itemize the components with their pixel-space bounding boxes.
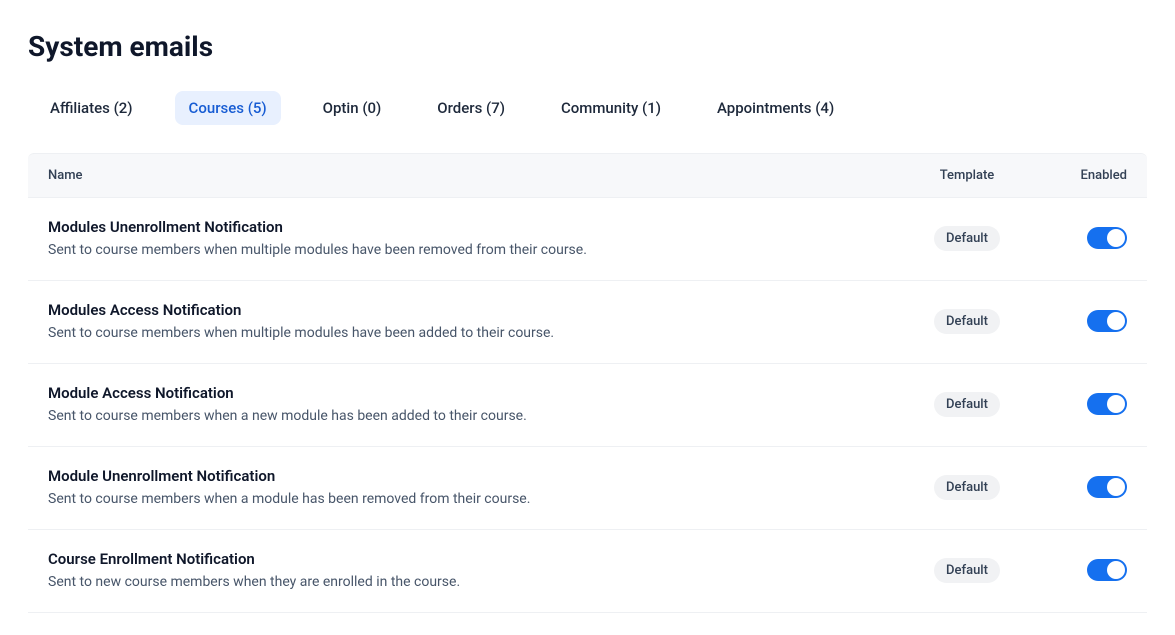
toggle-knob <box>1107 395 1125 413</box>
tab-optin-0[interactable]: Optin (0) <box>309 91 396 125</box>
email-description: Sent to course members when multiple mod… <box>48 242 887 258</box>
toggle-knob <box>1107 312 1125 330</box>
row-template-cell: Default <box>887 392 1047 417</box>
row-enabled-cell <box>1047 393 1127 415</box>
row-name-cell: Modules Access Notification Sent to cours… <box>48 301 887 341</box>
enabled-toggle[interactable] <box>1087 559 1127 581</box>
enabled-toggle[interactable] <box>1087 227 1127 249</box>
table-row: Module Access Notification Sent to course… <box>28 364 1147 447</box>
row-name-cell: Module Unenrollment Notification Sent to … <box>48 467 887 507</box>
row-template-cell: Default <box>887 475 1047 500</box>
table-row: Modules Access Notification Sent to cours… <box>28 281 1147 364</box>
tab-orders-7[interactable]: Orders (7) <box>423 91 519 125</box>
row-enabled-cell <box>1047 227 1127 249</box>
toggle-knob <box>1107 229 1125 247</box>
template-badge[interactable]: Default <box>934 475 1000 500</box>
tab-affiliates-2[interactable]: Affiliates (2) <box>36 91 147 125</box>
enabled-toggle[interactable] <box>1087 310 1127 332</box>
tab-appointments-4[interactable]: Appointments (4) <box>703 91 848 125</box>
table-row: Modules Unenrollment Notification Sent to… <box>28 198 1147 281</box>
toggle-knob <box>1107 561 1125 579</box>
row-template-cell: Default <box>887 226 1047 251</box>
email-description: Sent to new course members when they are… <box>48 574 887 590</box>
table-row: Module Unenrollment Notification Sent to … <box>28 447 1147 530</box>
tab-courses-5[interactable]: Courses (5) <box>175 91 281 125</box>
column-header-enabled: Enabled <box>1047 168 1127 183</box>
email-title: Module Unenrollment Notification <box>48 467 887 485</box>
row-enabled-cell <box>1047 310 1127 332</box>
table-row: Course Enrollment Notification Sent to ne… <box>28 530 1147 613</box>
emails-table: Name Template Enabled Modules Unenrollme… <box>28 153 1147 613</box>
email-title: Module Access Notification <box>48 384 887 402</box>
table-header: Name Template Enabled <box>28 153 1147 198</box>
tabs-nav: Affiliates (2) Courses (5) Optin (0) Orders… <box>28 91 1147 125</box>
row-name-cell: Modules Unenrollment Notification Sent to… <box>48 218 887 258</box>
column-header-template: Template <box>887 168 1047 183</box>
email-title: Course Enrollment Notification <box>48 550 887 568</box>
column-header-name: Name <box>48 168 887 183</box>
row-enabled-cell <box>1047 476 1127 498</box>
template-badge[interactable]: Default <box>934 392 1000 417</box>
page-title: System emails <box>28 30 1147 63</box>
enabled-toggle[interactable] <box>1087 476 1127 498</box>
tab-community-1[interactable]: Community (1) <box>547 91 675 125</box>
toggle-knob <box>1107 478 1125 496</box>
email-title: Modules Unenrollment Notification <box>48 218 887 236</box>
enabled-toggle[interactable] <box>1087 393 1127 415</box>
email-description: Sent to course members when multiple mod… <box>48 325 887 341</box>
template-badge[interactable]: Default <box>934 226 1000 251</box>
template-badge[interactable]: Default <box>934 309 1000 334</box>
template-badge[interactable]: Default <box>934 558 1000 583</box>
row-name-cell: Course Enrollment Notification Sent to ne… <box>48 550 887 590</box>
email-title: Modules Access Notification <box>48 301 887 319</box>
email-description: Sent to course members when a module has… <box>48 491 887 507</box>
email-description: Sent to course members when a new module… <box>48 408 887 424</box>
row-enabled-cell <box>1047 559 1127 581</box>
row-template-cell: Default <box>887 558 1047 583</box>
row-name-cell: Module Access Notification Sent to course… <box>48 384 887 424</box>
row-template-cell: Default <box>887 309 1047 334</box>
